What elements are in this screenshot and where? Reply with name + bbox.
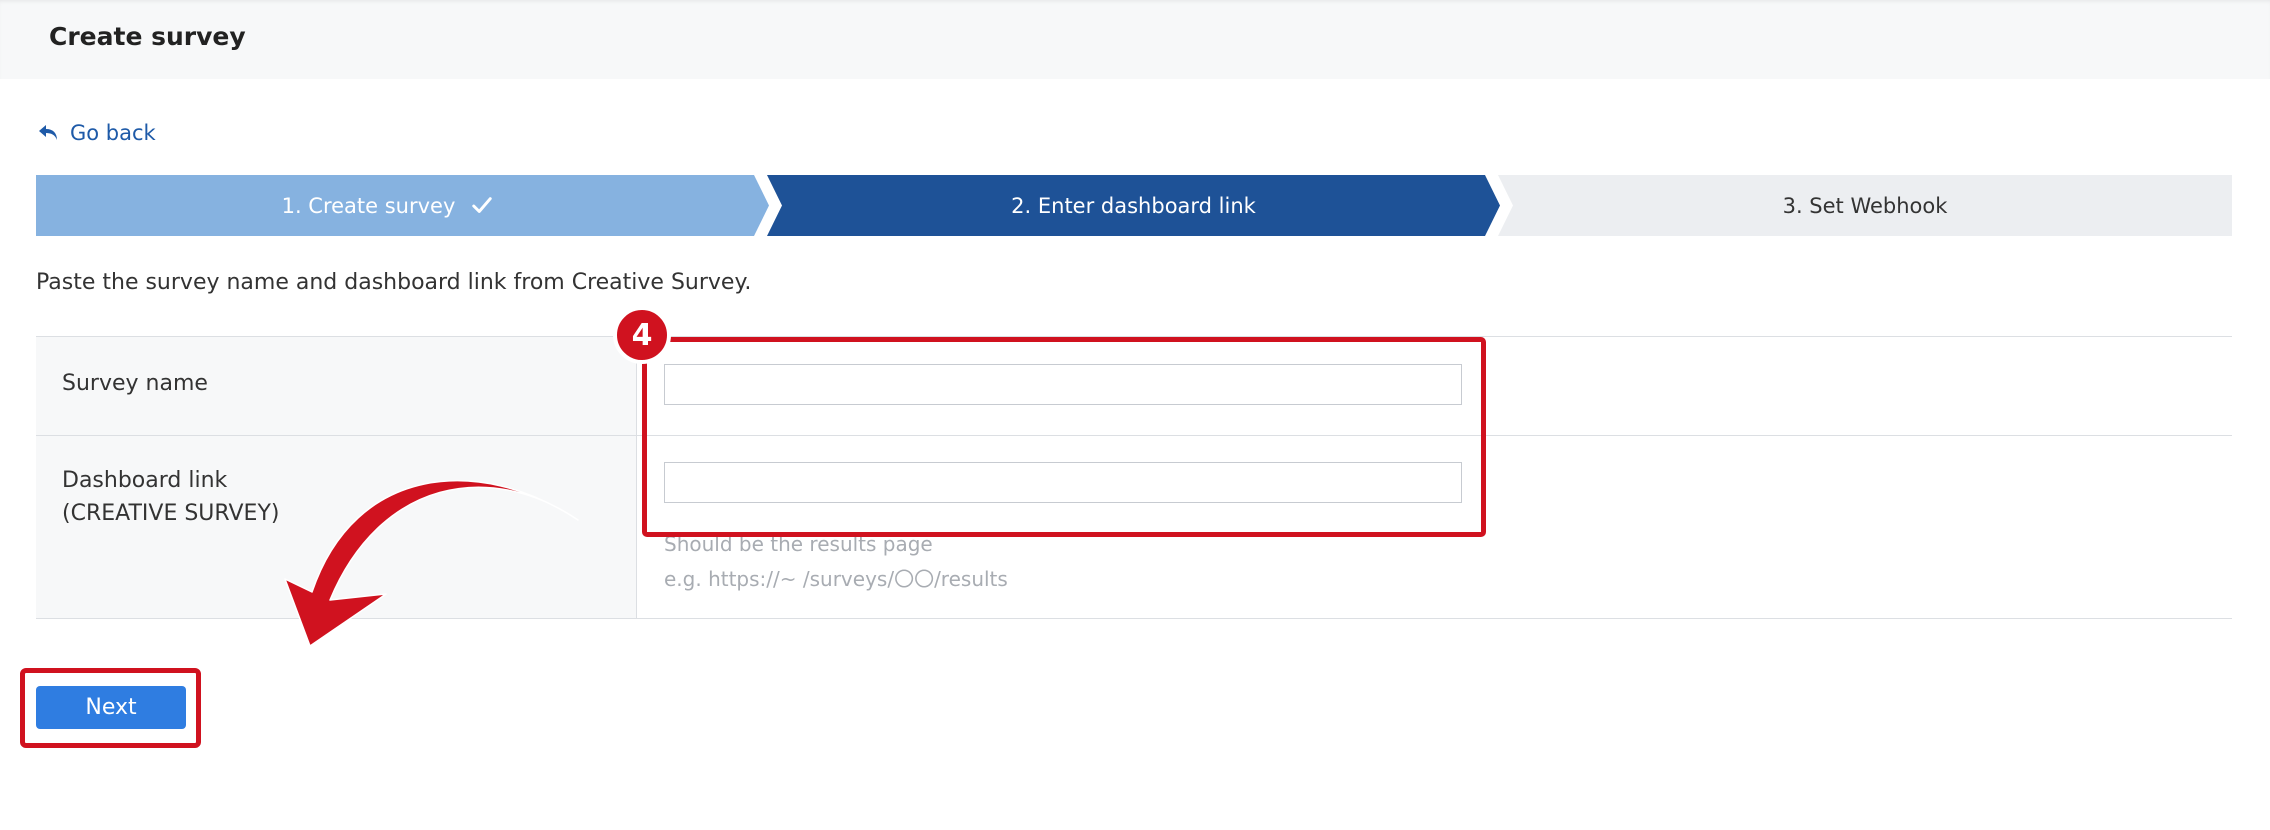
page-header: Create survey xyxy=(0,0,2270,79)
form-row-survey-name: Survey name xyxy=(36,336,2232,435)
survey-name-label: Survey name xyxy=(62,371,208,396)
go-back-label: Go back xyxy=(70,121,156,145)
step-label: 1. Create survey xyxy=(281,193,456,218)
next-button[interactable]: Next xyxy=(36,686,186,729)
dashboard-link-label: Dashboard link (CREATIVE SURVEY) xyxy=(62,464,279,530)
step-enter-dashboard-link[interactable]: 2. Enter dashboard link xyxy=(767,175,1500,236)
survey-form: Survey name Dashboard link (CREATIVE SUR… xyxy=(36,336,2232,619)
dashboard-link-example: e.g. https://~ /surveys/〇〇/results xyxy=(664,567,1008,591)
instruction-text: Paste the survey name and dashboard link… xyxy=(36,270,752,295)
step-set-webhook[interactable]: 3. Set Webhook xyxy=(1498,175,2232,236)
dashboard-link-hint: Should be the results page xyxy=(664,532,933,556)
go-back-link[interactable]: Go back xyxy=(36,118,156,148)
checkmark-icon xyxy=(472,196,493,213)
step-create-survey[interactable]: 1. Create survey xyxy=(36,175,769,236)
undo-arrow-icon xyxy=(39,125,57,140)
step-label: 3. Set Webhook xyxy=(1782,193,1948,218)
label-cell: Dashboard link (CREATIVE SURVEY) xyxy=(36,436,637,618)
dashboard-link-label-line2: (CREATIVE SURVEY) xyxy=(62,501,280,526)
step-number-badge: 4 xyxy=(613,306,671,364)
label-cell: Survey name xyxy=(36,337,637,435)
dashboard-link-input[interactable] xyxy=(664,462,1462,503)
dashboard-link-label-line1: Dashboard link xyxy=(62,468,228,493)
form-row-dashboard-link: Dashboard link (CREATIVE SURVEY) Should … xyxy=(36,435,2232,619)
progress-stepper: 1. Create survey 2. Enter dashboard link… xyxy=(36,175,2232,236)
page-title: Create survey xyxy=(49,22,246,51)
survey-name-input[interactable] xyxy=(664,364,1462,405)
step-label: 2. Enter dashboard link xyxy=(1011,193,1256,218)
